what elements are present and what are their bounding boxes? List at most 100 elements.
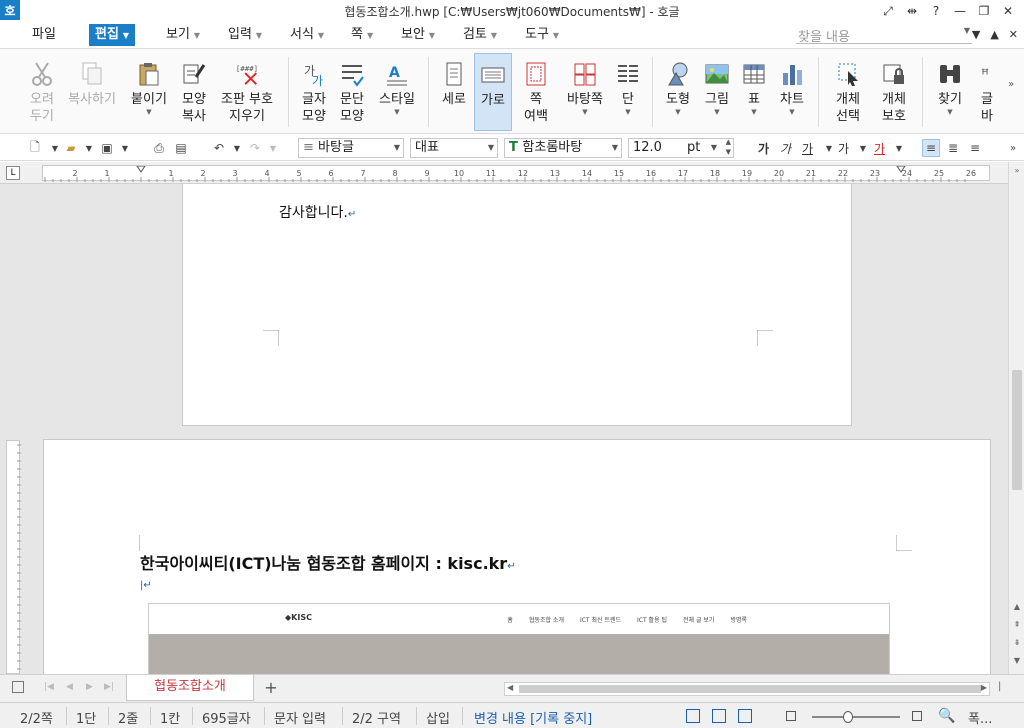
chevron-up-icon[interactable]: ▲ (990, 28, 998, 41)
chevron-down-icon[interactable]: ▼ (126, 108, 172, 116)
menu-item-4[interactable]: 서식 ▼ (284, 24, 330, 46)
zoom-out-icon[interactable] (786, 711, 796, 721)
resize-icon[interactable]: ⇹ (900, 2, 924, 20)
background-page-button[interactable]: 바탕쪽 ▼ (562, 53, 608, 131)
status-track-changes[interactable]: 변경 내용 [기록 중지] (474, 708, 592, 727)
scroll-up-arrow-icon[interactable]: ▲ (1011, 602, 1023, 616)
font-size-stepper[interactable]: ▲ ▼ (726, 137, 731, 157)
minimize-icon[interactable]: — (948, 2, 972, 20)
ribbon-scroll-icon[interactable]: » (1008, 79, 1014, 90)
picture-button[interactable]: 그림 ▼ (700, 53, 734, 131)
tab-type-icon[interactable]: L (6, 166, 20, 180)
chevron-down-icon[interactable]: ▼ (890, 139, 908, 157)
ribbon-close-icon[interactable]: ✕ (1009, 28, 1018, 41)
align-left-icon[interactable]: ≣ (944, 139, 962, 157)
status-insert[interactable]: 삽입 (426, 708, 450, 727)
page-margin-button[interactable]: 쪽 여백 (516, 53, 556, 131)
menu-item-8[interactable]: 도구 ▼ (519, 24, 565, 46)
zoom-in-icon[interactable] (912, 711, 922, 721)
fullscreen-icon[interactable]: ⤢ (876, 2, 900, 20)
page-view-icon[interactable] (686, 709, 700, 723)
chevron-down-icon[interactable]: ▼ (854, 139, 872, 157)
landscape-button[interactable]: 가로 (474, 53, 512, 131)
next-tab-icon[interactable]: ▶ (86, 682, 93, 692)
menu-item-5[interactable]: 쪽 ▼ (345, 24, 379, 46)
font-color-button[interactable]: 가 (874, 140, 885, 157)
chevron-down-icon[interactable]: ▼ (264, 139, 282, 157)
table-button[interactable]: 표 ▼ (738, 53, 770, 131)
chevron-down-icon[interactable]: ▼ (964, 26, 970, 35)
undo-icon[interactable]: ↶ (210, 139, 228, 157)
font-select[interactable]: T 함초롬바탕 ▼ (504, 138, 622, 158)
language-select[interactable]: 대표 ▼ (410, 138, 498, 158)
menu-item-3[interactable]: 입력 ▼ (222, 24, 268, 46)
char-shape-button[interactable]: 가가 글자 모양 (296, 53, 332, 131)
zoom-value[interactable]: 폭... (968, 708, 992, 727)
multi-page-icon[interactable] (738, 709, 752, 723)
menu-item-0[interactable]: 파일 (26, 24, 62, 46)
chevron-down-icon[interactable]: ▼ (562, 108, 608, 116)
menu-item-1[interactable]: 편집 ▼ (89, 24, 136, 46)
columns-button[interactable]: 단 ▼ (612, 53, 644, 131)
scrollbar-thumb[interactable] (519, 685, 981, 693)
zoom-slider-handle[interactable] (843, 711, 853, 723)
chevron-down-icon[interactable]: ▼ (820, 139, 838, 157)
print-icon[interactable]: ⎙ (150, 139, 168, 157)
italic-button[interactable]: 가 (780, 140, 791, 157)
document-page-2[interactable]: 한국아이씨티(ICT)나눔 협동조합 홈페이지 : kisc.kr↵ |↵ ◆K… (43, 439, 991, 674)
strike-button[interactable]: 가 (838, 140, 849, 157)
menu-item-2[interactable]: 보기 ▼ (160, 24, 206, 46)
para-shape-button[interactable]: 문단 모양 (334, 53, 370, 131)
portrait-button[interactable]: 세로 (436, 53, 472, 131)
horizontal-ruler[interactable]: 2 1 1 2 3 4 5 6 7 8 9 10 11 12 13 14 15 16 17 18 19 20 21 22 23 2… (42, 165, 990, 182)
document-area[interactable]: 감사합니다.↵ 한국아이씨티(ICT)나눔 협동조합 홈페이지 : kisc.k… (0, 184, 1008, 674)
scroll-down-arrow-icon[interactable]: ▼ (1011, 656, 1023, 670)
tab-list-icon[interactable] (12, 681, 24, 693)
align-justify-icon[interactable]: ≡ (922, 139, 940, 157)
chevron-down-icon[interactable]: ▼ (972, 28, 980, 41)
chevron-down-icon[interactable]: ▼ (374, 108, 420, 116)
toolbar-more-icon[interactable]: » (1004, 139, 1022, 157)
align-center-icon[interactable]: ≡ (966, 139, 984, 157)
paste-button[interactable]: 붙이기 ▼ (126, 53, 172, 131)
add-tab-button[interactable]: + (260, 677, 282, 699)
close-icon[interactable]: ✕ (996, 2, 1020, 20)
shape-button[interactable]: 도형 ▼ (660, 53, 696, 131)
chevron-down-icon[interactable]: ▼ (612, 108, 644, 116)
page-down-icon[interactable]: ⇟ (1011, 638, 1023, 652)
document-text[interactable]: 감사합니다.↵ (279, 202, 356, 222)
protect-object-button[interactable]: 개체 보호 (874, 53, 914, 131)
scroll-right-icon[interactable]: ▶ (981, 683, 987, 692)
document-tab[interactable]: 협동조합소개 (126, 675, 254, 701)
open-folder-icon[interactable]: ▰ (62, 139, 80, 157)
last-tab-icon[interactable]: ▶| (104, 682, 114, 692)
chevron-down-icon[interactable]: ▼ (774, 108, 810, 116)
vertical-scrollbar[interactable]: » ▲ ⇞ ⇟ ▼ (1008, 162, 1024, 674)
preview-icon[interactable]: ▤ (172, 139, 190, 157)
search-input[interactable]: 찾을 내용 ▼ (796, 26, 972, 45)
chevron-down-icon[interactable]: ▼ (116, 139, 134, 157)
chevron-down-icon[interactable]: ▼ (738, 108, 770, 116)
status-page[interactable]: 2/2쪽 (20, 708, 53, 727)
cut-button[interactable]: 오려 두기 (22, 53, 62, 131)
chart-button[interactable]: 차트 ▼ (774, 53, 810, 131)
first-tab-icon[interactable]: |◀ (44, 682, 54, 692)
find-button[interactable]: 찾기 ▼ (930, 53, 970, 131)
chevron-down-icon[interactable]: ▼ (228, 139, 246, 157)
more-button[interactable]: ꟸ 글 바 (974, 53, 1000, 131)
menu-item-6[interactable]: 보안 ▼ (395, 24, 441, 46)
split-icon[interactable]: | (998, 681, 1001, 692)
horizontal-scrollbar[interactable]: ◀ ▶ (504, 682, 990, 696)
zoom-search-icon[interactable]: 🔍 (938, 708, 955, 724)
indent-marker-icon[interactable] (136, 166, 146, 173)
page-up-icon[interactable]: ⇞ (1011, 620, 1023, 634)
status-input-mode[interactable]: 문자 입력 (274, 708, 326, 727)
chevron-down-icon[interactable]: ▼ (660, 108, 696, 116)
chevron-down-icon[interactable]: ▼ (700, 108, 734, 116)
erase-marks-button[interactable]: [###] 조판 부호 지우기 (216, 53, 278, 131)
select-object-button[interactable]: 개체 선택 (826, 53, 870, 131)
zoom-slider[interactable] (812, 716, 900, 718)
copy-button[interactable]: 복사하기 (64, 53, 120, 131)
font-size-input[interactable]: 12.0 pt ▼ ▲ ▼ (628, 138, 734, 158)
chevron-down-icon[interactable]: ▼ (80, 139, 98, 157)
